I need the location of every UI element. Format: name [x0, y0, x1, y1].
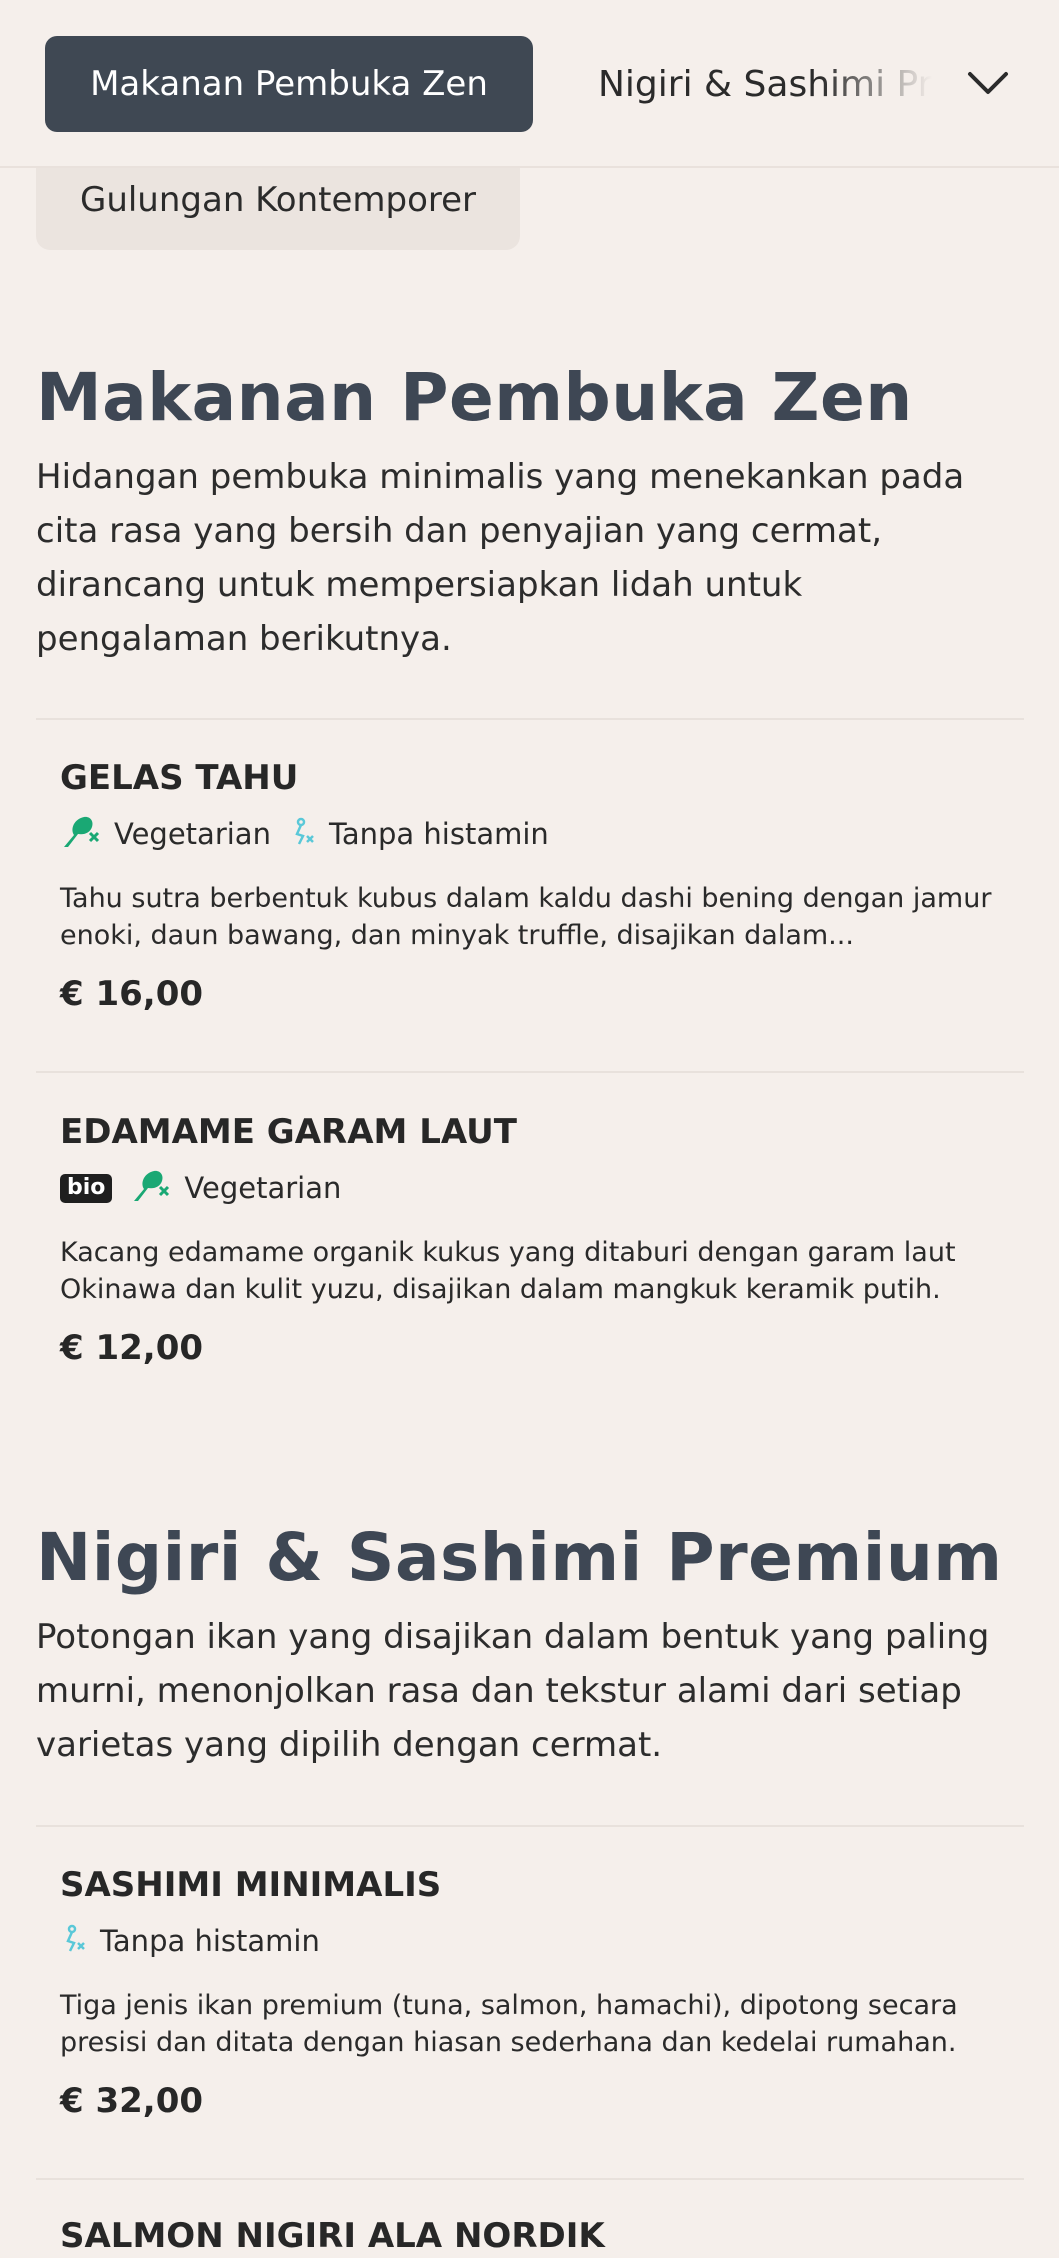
- vegetarian-icon: [130, 1167, 184, 1210]
- divider: [36, 2178, 1024, 2180]
- item-description: Tiga jenis ikan premium (tuna, salmon, h…: [60, 1990, 958, 2058]
- tag-label: Tanpa histamin: [100, 1924, 320, 1958]
- divider: [36, 718, 1024, 720]
- section-nigiri-sashimi: Nigiri & Sashimi Premium Potongan ikan y…: [36, 1518, 1024, 1772]
- menu-item[interactable]: GELAS TAHU Vegetarian Tanpa histamin Tah…: [60, 756, 1000, 1014]
- tab-makanan-pembuka-zen[interactable]: Makanan Pembuka Zen: [45, 36, 533, 132]
- divider: [36, 1825, 1024, 1827]
- item-tags: Tanpa histamin: [60, 1921, 1000, 1961]
- tag-vegetarian: Vegetarian: [60, 813, 271, 856]
- bio-badge: bio: [60, 1173, 113, 1203]
- tag-label: Vegetarian: [184, 1171, 342, 1205]
- item-price: € 12,00: [60, 1328, 204, 1368]
- section-description: Potongan ikan yang disajikan dalam bentu…: [36, 1617, 990, 1765]
- tag-tanpa-histamin: Tanpa histamin: [289, 816, 549, 853]
- menu-item[interactable]: SASHIMI MINIMALIS Tanpa histamin Tiga je…: [60, 1863, 1000, 2121]
- item-tags: bio Vegetarian: [60, 1168, 1000, 1208]
- section-title: Nigiri & Sashimi Premium: [36, 1519, 1003, 1596]
- item-description: Tahu sutra berbentuk kubus dalam kaldu d…: [60, 883, 992, 951]
- category-nav: Makanan Pembuka Zen Nigiri & Sashimi Pre…: [0, 0, 1059, 168]
- tag-vegetarian: Vegetarian: [130, 1167, 341, 1210]
- tag-label: Vegetarian: [114, 817, 271, 851]
- tab-fade-overlay: [820, 36, 980, 132]
- menu-item[interactable]: EDAMAME GARAM LAUT bio Vegetarian Kacang…: [60, 1110, 1000, 1368]
- item-name: EDAMAME GARAM LAUT: [60, 1112, 517, 1152]
- section-title: Makanan Pembuka Zen: [36, 359, 913, 436]
- item-description: Kacang edamame organik kukus yang ditabu…: [60, 1237, 956, 1305]
- item-name: SASHIMI MINIMALIS: [60, 1865, 442, 1905]
- histamine-icon: [60, 1923, 100, 1960]
- item-price: € 16,00: [60, 974, 204, 1014]
- divider: [36, 1071, 1024, 1073]
- menu-item[interactable]: SALMON NIGIRI ALA NORDIK: [60, 2214, 1000, 2258]
- item-name: GELAS TAHU: [60, 758, 299, 798]
- tag-label: Tanpa histamin: [328, 817, 549, 851]
- tag-tanpa-histamin: Tanpa histamin: [60, 1923, 320, 1960]
- chevron-down-icon[interactable]: [960, 56, 1016, 112]
- item-price: € 32,00: [60, 2081, 204, 2121]
- section-makanan-pembuka-zen: Makanan Pembuka Zen Hidangan pembuka min…: [36, 358, 1024, 666]
- item-tags: Vegetarian Tanpa histamin: [60, 814, 1000, 854]
- vegetarian-icon: [60, 813, 114, 856]
- item-name: SALMON NIGIRI ALA NORDIK: [60, 2216, 605, 2256]
- section-description: Hidangan pembuka minimalis yang menekank…: [36, 457, 965, 659]
- histamine-icon: [289, 816, 329, 853]
